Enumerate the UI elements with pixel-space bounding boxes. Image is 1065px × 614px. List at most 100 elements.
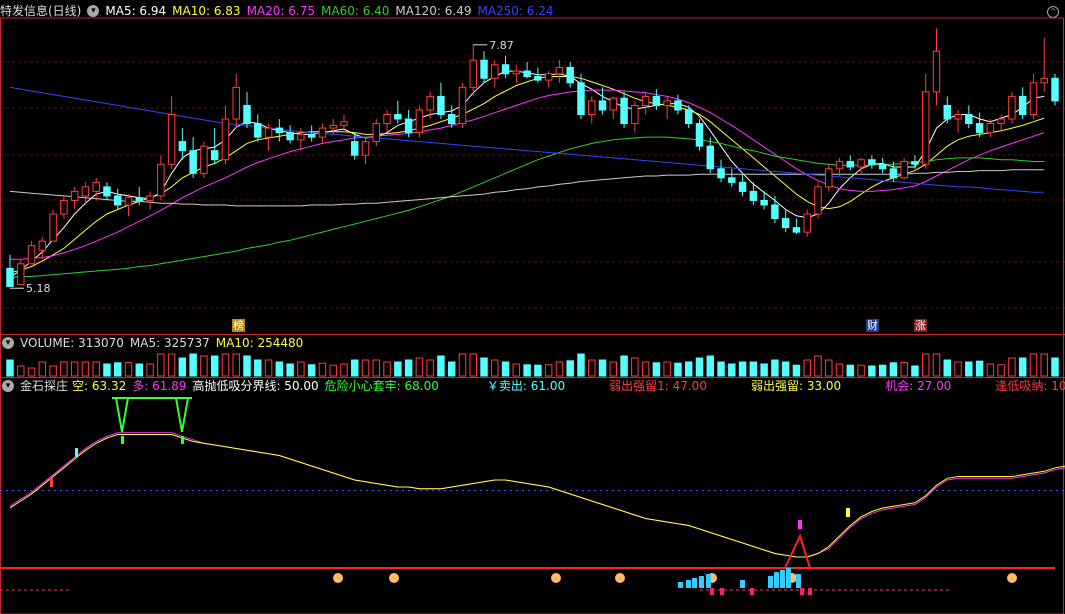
candle-body	[329, 124, 337, 129]
volume-bar	[501, 361, 510, 377]
volume-bar	[771, 359, 779, 377]
candle-body	[555, 66, 564, 75]
candle-body	[857, 159, 865, 168]
volume-bar	[652, 362, 661, 377]
candle-body	[404, 118, 413, 134]
volume-bar	[210, 355, 219, 377]
volume-ma10-label: MA10: 254480	[215, 336, 304, 350]
volume-bar	[631, 357, 639, 377]
candle-body	[663, 100, 671, 106]
hand-icon	[1007, 573, 1017, 583]
candle-body	[943, 104, 951, 120]
volume-bar	[663, 361, 671, 377]
volume-bar	[232, 353, 240, 377]
indicator-kong: 空: 63.32	[72, 379, 127, 393]
volume-header: ▾ VOLUME: 313070 MA5: 325737 MA10: 25448…	[0, 334, 309, 352]
volume-bar	[588, 359, 596, 377]
volume-bar	[200, 355, 208, 377]
bottom-bar-neg	[808, 588, 812, 595]
volume-bar	[620, 355, 628, 377]
volume-gear-icon[interactable]: ▾	[2, 337, 14, 349]
bottom-bar-neg	[720, 588, 724, 595]
indicator-high-low: 高抛低吸分界线: 50.00	[192, 379, 319, 393]
candle-body	[426, 95, 434, 111]
candle-body	[954, 113, 962, 120]
volume-bar	[307, 364, 316, 377]
volume-bar	[49, 365, 57, 377]
volume-bar	[114, 362, 122, 377]
candle-body	[1008, 95, 1016, 120]
volume-bar	[544, 364, 553, 377]
signal-tick	[121, 436, 124, 444]
candle-body	[135, 197, 144, 201]
bottom-bar-neg	[800, 588, 804, 595]
volume-bar	[243, 355, 251, 377]
bottom-bar	[692, 578, 697, 588]
volume-bar	[825, 359, 833, 377]
candle-body	[911, 161, 919, 165]
bottom-bar-neg	[750, 588, 754, 595]
candle-body	[728, 177, 736, 183]
candle-body	[889, 168, 898, 179]
volume-bar	[986, 363, 995, 377]
candle-body	[868, 159, 876, 165]
signal-tick	[798, 520, 802, 529]
volume-bar	[329, 364, 337, 377]
indicator-weak: 弱出强留: 33.00	[750, 379, 842, 393]
candle-body	[114, 195, 122, 206]
marker-bang[interactable]: 榜	[232, 319, 245, 332]
candle-body	[372, 123, 381, 143]
marker-zhang[interactable]: 涨	[914, 319, 927, 332]
volume-bar	[297, 361, 305, 377]
bottom-bar	[678, 582, 683, 588]
marker-cai[interactable]: 财	[866, 319, 879, 332]
volume-bar	[6, 359, 14, 377]
volume-bar	[706, 355, 714, 377]
candle-body	[447, 113, 456, 125]
candle-body	[70, 190, 79, 201]
volume-bar	[124, 361, 133, 377]
candle-body	[221, 118, 230, 161]
volume-bar	[566, 360, 574, 377]
signal-tick	[181, 436, 184, 444]
volume-bar	[523, 364, 531, 377]
candle-body	[986, 123, 995, 134]
candle-body	[695, 123, 704, 147]
candle-body	[6, 267, 14, 287]
volume-bar	[609, 361, 618, 377]
volume-bar	[598, 359, 607, 377]
volume-label: VOLUME: 313070	[20, 336, 124, 350]
volume-bar	[846, 364, 855, 377]
volume-bar	[674, 362, 682, 377]
candle-body	[189, 150, 197, 174]
candle-body	[297, 133, 305, 141]
volume-bar	[814, 355, 822, 377]
signal-peak	[784, 533, 811, 569]
volume-bar	[803, 359, 811, 377]
volume-bar	[361, 359, 370, 377]
volume-bar	[738, 361, 747, 377]
candle-body	[566, 66, 574, 84]
candle-body	[81, 186, 90, 197]
candle-body	[17, 263, 25, 286]
indicator-danger: 危险小心套牢: 68.00	[324, 379, 439, 393]
candle-body	[814, 186, 822, 215]
candle-body	[738, 181, 747, 192]
candle-body	[534, 75, 542, 81]
indicator-header: ▾ 金石探庄 空: 63.32 多: 61.89 高抛低吸分界线: 50.00 …	[0, 377, 1065, 395]
ma-line-ma250	[9, 86, 1045, 193]
volume-bar	[351, 359, 359, 377]
volume-bar	[426, 359, 434, 377]
signal-tick	[846, 508, 850, 517]
candle-body	[965, 113, 973, 125]
volume-bar	[275, 361, 284, 377]
candle-body	[264, 127, 273, 138]
volume-bar	[318, 362, 327, 377]
volume-bar	[965, 361, 973, 377]
candle-body	[631, 104, 639, 125]
indicator-gear-icon[interactable]: ▾	[2, 380, 14, 392]
candle-body	[469, 59, 477, 88]
candle-body	[243, 104, 251, 125]
candle-body	[501, 64, 510, 75]
indicator-name: 金石探庄	[20, 379, 69, 393]
